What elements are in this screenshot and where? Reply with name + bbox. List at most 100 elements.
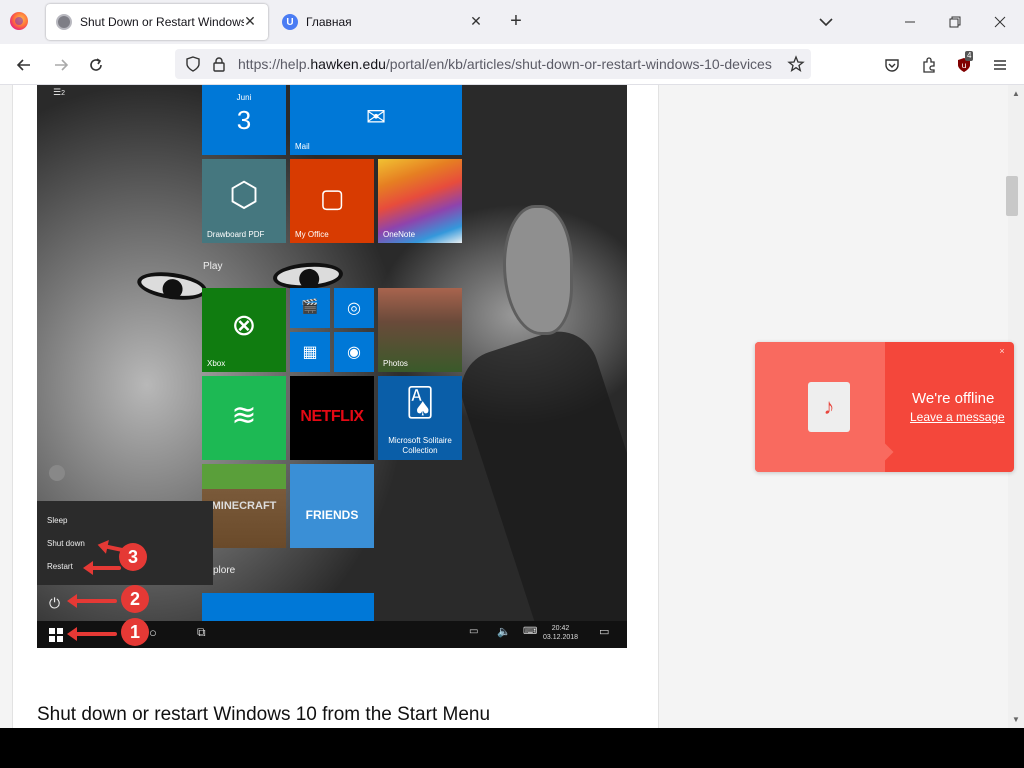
section-heading: Shut down or restart Windows 10 from the… bbox=[37, 704, 491, 725]
chevron-down-icon bbox=[819, 18, 833, 27]
volume-icon: 🔈 bbox=[497, 626, 511, 638]
step-marker-1: 1 bbox=[121, 618, 149, 646]
url-text[interactable]: https://help.hawken.edu/portal/en/kb/art… bbox=[238, 56, 772, 72]
hamburger-icon bbox=[994, 60, 1006, 70]
shield-icon bbox=[186, 56, 200, 72]
chat-widget[interactable]: ♪ We're offline Leave a message × bbox=[755, 342, 1014, 472]
power-menu: Sleep Shut down Restart bbox=[37, 501, 213, 585]
chat-close-icon[interactable]: × bbox=[997, 346, 1007, 356]
minecraft-logo: MINECRAFT bbox=[211, 500, 277, 512]
calendar-date: 3 bbox=[236, 105, 252, 135]
tab-glavnaya[interactable]: U Главная ✕ bbox=[272, 4, 494, 40]
tab-strip: Shut Down or Restart Windows 10 Devices … bbox=[0, 0, 1024, 44]
photos-label: Photos bbox=[383, 359, 408, 368]
article-body: ☰2 Juni 3 ✉ Mail ⬡ Drawboard PDF ▢ My Of… bbox=[12, 85, 659, 728]
minecraft-tile: MINECRAFT bbox=[202, 464, 286, 548]
drawboard-tile: ⬡ Drawboard PDF bbox=[202, 159, 286, 243]
chat-status-title: We're offline bbox=[912, 390, 995, 407]
pocket-icon bbox=[885, 59, 899, 72]
list-all-tabs-button[interactable] bbox=[815, 12, 837, 32]
keyboard-icon: ⌨ bbox=[523, 626, 538, 637]
lock-icon bbox=[213, 57, 225, 72]
close-icon[interactable]: ✕ bbox=[468, 13, 484, 29]
playing-cards-icon: 🂡 bbox=[405, 387, 435, 418]
scroll-down-icon[interactable]: ▼ bbox=[1008, 713, 1024, 727]
scroll-up-icon[interactable]: ▲ bbox=[1008, 87, 1024, 101]
calendar-tile: Juni 3 bbox=[202, 85, 286, 155]
leave-message-link[interactable]: Leave a message bbox=[910, 410, 1005, 424]
site-info-button[interactable] bbox=[208, 53, 230, 75]
taskbar-clock: 20:42 03.12.2018 bbox=[543, 624, 578, 642]
friends-logo: FRIENDS bbox=[305, 508, 359, 522]
scrollbar-thumb[interactable] bbox=[1006, 176, 1018, 216]
power-icon: ⏻ bbox=[49, 595, 61, 611]
mail-icon: ✉ bbox=[365, 104, 387, 131]
restart-option: Restart bbox=[47, 562, 73, 571]
candy-crush-friends-tile: FRIENDS bbox=[290, 464, 374, 548]
restore-icon bbox=[949, 16, 961, 28]
reload-icon bbox=[90, 58, 102, 71]
forward-button[interactable] bbox=[50, 54, 72, 76]
play-group-label: Play bbox=[203, 261, 223, 272]
step-marker-2: 2 bbox=[121, 585, 149, 613]
clapperboard-icon: 🎬 bbox=[301, 298, 319, 314]
bookmark-button[interactable] bbox=[785, 53, 807, 75]
network-icon: ▭ bbox=[469, 626, 479, 637]
mail-label: Mail bbox=[295, 142, 310, 151]
list-count: 2 bbox=[61, 90, 65, 97]
new-tab-button[interactable]: + bbox=[505, 10, 527, 32]
notification-icon: ▭ bbox=[599, 626, 610, 638]
spotify-tile: ≋ bbox=[202, 376, 286, 460]
xbox-tile: ⊗ Xbox bbox=[202, 288, 286, 372]
annotation-arrow bbox=[83, 561, 121, 575]
clock-date: 03.12.2018 bbox=[543, 634, 579, 641]
restore-button[interactable] bbox=[945, 12, 965, 32]
menu-list-icon: ☰2 bbox=[53, 87, 65, 97]
site-favicon-icon bbox=[56, 14, 72, 30]
webcam-icon: ◉ bbox=[347, 344, 361, 361]
drawboard-label: Drawboard PDF bbox=[207, 230, 265, 239]
tab-shut-down-restart[interactable]: Shut Down or Restart Windows 10 Devices … bbox=[46, 4, 268, 40]
annotation-arrow bbox=[67, 627, 117, 641]
search-icon: ○ bbox=[149, 625, 157, 640]
extension-badge: 4 bbox=[965, 51, 974, 61]
arrow-right-icon bbox=[55, 59, 69, 71]
close-icon bbox=[994, 16, 1006, 28]
netflix-tile: NETFLIX bbox=[290, 376, 374, 460]
mail-tile: ✉ Mail bbox=[290, 85, 462, 155]
sleep-option: Sleep bbox=[47, 516, 68, 525]
star-icon bbox=[787, 55, 805, 72]
minimize-button[interactable] bbox=[900, 12, 920, 32]
groove-tile: ◎ bbox=[334, 288, 374, 328]
calculator-tile: ▦ bbox=[290, 332, 330, 372]
extensions-button[interactable] bbox=[918, 54, 940, 76]
svg-text:u: u bbox=[961, 61, 966, 70]
tab-title: Shut Down or Restart Windows 10 Devices bbox=[80, 15, 244, 29]
task-view-icon: ⧉ bbox=[197, 625, 206, 639]
clock-time: 20:42 bbox=[551, 625, 570, 632]
close-window-button[interactable] bbox=[990, 12, 1010, 32]
pocket-button[interactable] bbox=[881, 54, 903, 76]
store-tile bbox=[202, 593, 374, 621]
puzzle-icon bbox=[923, 57, 935, 73]
disc-icon: ◎ bbox=[347, 300, 361, 317]
hexagon-icon: ⬡ bbox=[229, 176, 259, 214]
tracking-protection-button[interactable] bbox=[182, 53, 204, 75]
menu-button[interactable] bbox=[989, 54, 1011, 76]
calculator-icon: ▦ bbox=[302, 344, 318, 361]
close-icon[interactable]: ✕ bbox=[242, 13, 258, 29]
firefox-logo-icon[interactable] bbox=[10, 12, 28, 30]
photos-tile: Photos bbox=[378, 288, 462, 372]
site-favicon-icon: U bbox=[282, 14, 298, 30]
url-path: /portal/en/kb/articles/shut-down-or-rest… bbox=[385, 56, 772, 72]
back-button[interactable] bbox=[13, 54, 35, 76]
url-host: hawken.edu bbox=[310, 56, 386, 72]
address-bar[interactable]: https://help.hawken.edu/portal/en/kb/art… bbox=[175, 49, 811, 79]
reload-button[interactable] bbox=[85, 54, 107, 76]
solitaire-tile: 🂡 Microsoft Solitaire Collection bbox=[378, 376, 462, 460]
shut-down-option: Shut down bbox=[47, 539, 85, 548]
myoffice-label: My Office bbox=[295, 230, 329, 239]
minimize-icon bbox=[905, 21, 915, 23]
xbox-label: Xbox bbox=[207, 359, 226, 368]
movies-tile: 🎬 bbox=[290, 288, 330, 328]
